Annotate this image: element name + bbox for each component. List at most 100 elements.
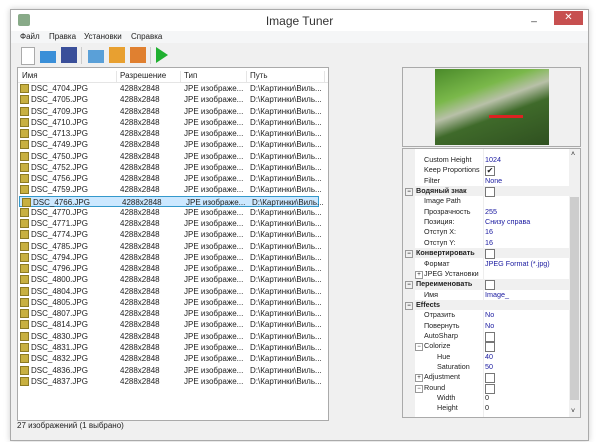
property-value[interactable]: JPEG Format (*.jpg) — [485, 259, 550, 269]
file-row[interactable]: DSC_4759.JPG 4288x2848 JPE изображе... D… — [18, 184, 322, 195]
file-row[interactable]: DSC_4756.JPG 4288x2848 JPE изображе... D… — [18, 173, 322, 184]
column-resolution[interactable]: Разрешение — [120, 71, 181, 82]
add-image-icon[interactable] — [109, 47, 125, 63]
property-value[interactable]: 0 — [485, 393, 489, 403]
property-value[interactable]: No — [485, 310, 494, 320]
property-value[interactable]: Image_ — [485, 290, 509, 300]
property-row[interactable]: + JPEG Установки — [403, 269, 569, 279]
property-row[interactable]: Отразить No — [403, 310, 569, 320]
file-row[interactable]: DSC_4771.JPG 4288x2848 JPE изображе... D… — [18, 218, 322, 229]
property-row[interactable]: Формат JPEG Format (*.jpg) — [403, 259, 569, 269]
property-value[interactable]: 16 — [485, 238, 493, 248]
property-row[interactable]: Hue 40 — [403, 352, 569, 362]
file-row[interactable]: DSC_4830.JPG 4288x2848 JPE изображе... D… — [18, 331, 322, 342]
new-icon[interactable] — [21, 47, 35, 65]
file-row[interactable]: DSC_4710.JPG 4288x2848 JPE изображе... D… — [18, 117, 322, 128]
property-value[interactable]: 255 — [485, 207, 497, 217]
file-row[interactable]: DSC_4785.JPG 4288x2848 JPE изображе... D… — [18, 241, 322, 252]
file-row[interactable]: DSC_4805.JPG 4288x2848 JPE изображе... D… — [18, 297, 322, 308]
file-row[interactable]: DSC_4796.JPG 4288x2848 JPE изображе... D… — [18, 263, 322, 274]
property-value[interactable]: 50 — [485, 362, 493, 372]
save-icon[interactable] — [61, 47, 77, 63]
property-row[interactable]: − Colorize — [403, 341, 569, 353]
file-row[interactable]: DSC_4752.JPG 4288x2848 JPE изображе... D… — [18, 162, 322, 173]
file-row[interactable]: DSC_4831.JPG 4288x2848 JPE изображе... D… — [18, 342, 322, 353]
file-name: DSC_4749.JPG — [31, 140, 88, 150]
property-value[interactable]: None — [485, 176, 502, 186]
property-row[interactable]: Height 0 — [403, 403, 569, 413]
collapse-icon[interactable]: − — [405, 281, 413, 290]
file-row[interactable]: DSC_4832.JPG 4288x2848 JPE изображе... D… — [18, 353, 322, 364]
run-icon[interactable] — [156, 47, 168, 63]
menu-edit[interactable]: Правка — [49, 32, 76, 41]
file-row[interactable]: DSC_4836.JPG 4288x2848 JPE изображе... D… — [18, 365, 322, 376]
scroll-down-icon[interactable]: ˅ — [571, 408, 575, 415]
file-row[interactable]: DSC_4794.JPG 4288x2848 JPE изображе... D… — [18, 252, 322, 263]
column-type[interactable]: Тип — [184, 71, 247, 82]
property-row[interactable]: Width 0 — [403, 393, 569, 403]
property-value[interactable]: 1024 — [485, 155, 501, 165]
expand-icon[interactable]: + — [415, 374, 423, 383]
property-row[interactable]: Custom Height 1024 — [403, 155, 569, 165]
property-row[interactable]: Позиция: Снизу справа — [403, 217, 569, 227]
property-row[interactable]: − Конвертировать — [403, 248, 569, 260]
expand-icon[interactable]: + — [415, 270, 423, 279]
property-row[interactable]: Filter None — [403, 176, 569, 186]
property-row[interactable]: − Водяный знак — [403, 186, 569, 198]
property-row[interactable]: Прозрачность 255 — [403, 207, 569, 217]
menu-file[interactable]: Файл — [20, 32, 40, 41]
property-row[interactable]: Saturation 50 — [403, 362, 569, 372]
collapse-icon[interactable]: − — [405, 301, 413, 310]
property-row[interactable]: Отступ X: 16 — [403, 227, 569, 237]
property-value[interactable]: 0 — [485, 403, 489, 413]
property-row[interactable]: − Round — [403, 383, 569, 394]
property-value[interactable]: Снизу справа — [485, 217, 530, 227]
property-row[interactable]: − Effects — [403, 299, 569, 311]
file-row[interactable]: DSC_4766.JPG 4288x2848 JPE изображе... D… — [19, 195, 324, 207]
collapse-icon[interactable]: − — [405, 250, 413, 259]
file-row[interactable]: DSC_4807.JPG 4288x2848 JPE изображе... D… — [18, 308, 322, 319]
file-row[interactable]: DSC_4774.JPG 4288x2848 JPE изображе... D… — [18, 229, 322, 240]
menu-settings[interactable]: Установки — [84, 32, 122, 41]
scrollbar-thumb[interactable] — [570, 197, 579, 400]
property-row[interactable]: Image Path — [403, 196, 569, 206]
file-row[interactable]: DSC_4804.JPG 4288x2848 JPE изображе... D… — [18, 286, 322, 297]
property-row[interactable]: AutoSharp — [403, 331, 569, 342]
property-row[interactable]: Keep Proportions ✔ — [403, 165, 569, 177]
property-row[interactable]: Повернуть No — [403, 321, 569, 331]
file-row[interactable]: DSC_4705.JPG 4288x2848 JPE изображе... D… — [18, 94, 322, 105]
collapse-icon[interactable]: − — [415, 384, 423, 393]
column-name[interactable]: Имя — [22, 71, 117, 82]
property-row[interactable]: + Adjustment — [403, 372, 569, 384]
column-path[interactable]: Путь — [250, 71, 325, 82]
minimize-button[interactable]: _ — [523, 11, 545, 25]
close-button[interactable]: ✕ — [554, 11, 583, 25]
property-value[interactable]: No — [485, 321, 494, 331]
open-folder-icon[interactable] — [40, 51, 56, 63]
file-row[interactable]: DSC_4749.JPG 4288x2848 JPE изображе... D… — [18, 139, 322, 150]
file-type: JPE изображе... — [184, 354, 244, 364]
file-row[interactable]: DSC_4814.JPG 4288x2848 JPE изображе... D… — [18, 319, 322, 330]
file-name: DSC_4774.JPG — [31, 230, 88, 240]
add-folder-icon[interactable] — [88, 50, 104, 63]
file-list[interactable]: Имя Разрешение Тип Путь DSC_4704.JPG 428… — [17, 67, 329, 421]
property-value[interactable]: 16 — [485, 227, 493, 237]
file-row[interactable]: DSC_4709.JPG 4288x2848 JPE изображе... D… — [18, 106, 322, 117]
property-row[interactable]: − Переименовать — [403, 279, 569, 291]
property-row[interactable]: Имя Image_ — [403, 290, 569, 300]
file-row[interactable]: DSC_4770.JPG 4288x2848 JPE изображе... D… — [18, 207, 322, 218]
property-scrollbar[interactable]: ˄ ˅ — [569, 149, 580, 417]
property-row[interactable]: Отступ Y: 16 — [403, 238, 569, 248]
collapse-icon[interactable]: − — [405, 188, 413, 197]
menu-help[interactable]: Справка — [131, 32, 162, 41]
collapse-icon[interactable]: − — [415, 343, 423, 352]
scroll-up-icon[interactable]: ˄ — [571, 151, 575, 158]
file-row[interactable]: DSC_4750.JPG 4288x2848 JPE изображе... D… — [18, 151, 322, 162]
property-value[interactable]: 40 — [485, 352, 493, 362]
file-row[interactable]: DSC_4837.JPG 4288x2848 JPE изображе... D… — [18, 376, 322, 387]
file-row[interactable]: DSC_4704.JPG 4288x2848 JPE изображе... D… — [18, 83, 322, 94]
file-row[interactable]: DSC_4800.JPG 4288x2848 JPE изображе... D… — [18, 274, 322, 285]
file-row[interactable]: DSC_4713.JPG 4288x2848 JPE изображе... D… — [18, 128, 322, 139]
property-grid[interactable]: Custom Height 1024 Keep Proportions ✔ Filter… — [402, 148, 581, 418]
remove-image-icon[interactable] — [130, 47, 146, 63]
